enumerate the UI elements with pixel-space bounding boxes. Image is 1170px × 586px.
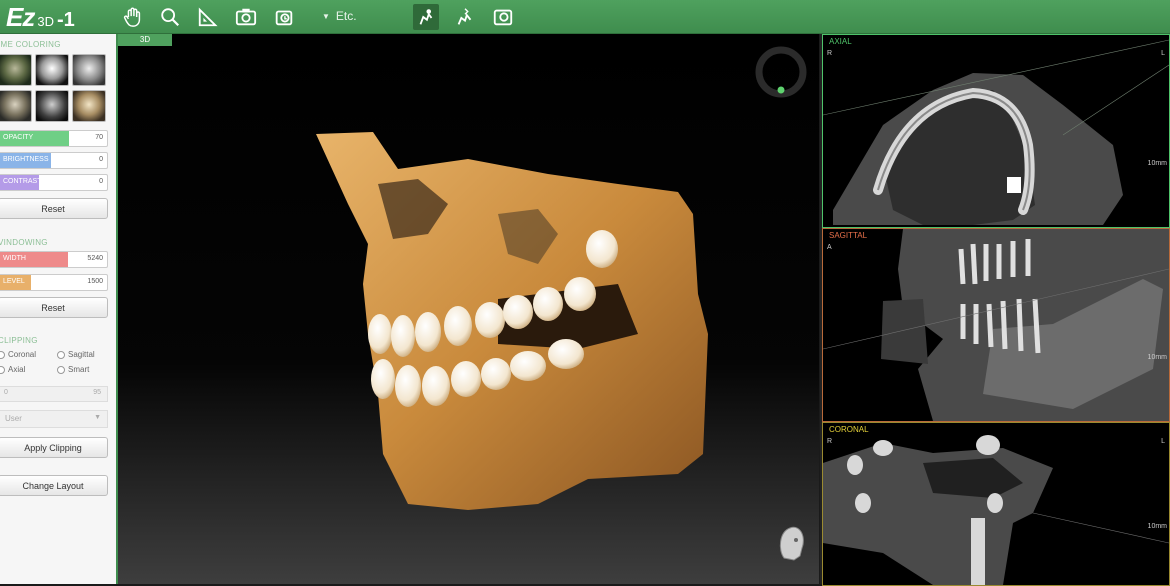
reset-windowing-label: Reset (41, 302, 65, 313)
hand-pan-icon[interactable] (120, 4, 146, 30)
color-preset-1[interactable] (0, 54, 32, 86)
ruler-triangle-icon[interactable] (195, 4, 221, 30)
radio-axial[interactable]: Axial (0, 365, 25, 374)
opacity-slider[interactable]: OPACITY 70 (0, 130, 108, 147)
reset-windowing-button[interactable]: Reset (0, 297, 108, 318)
main-3d-view[interactable]: 3D (118, 34, 819, 584)
clip-value-right: 95 (93, 389, 101, 396)
etc-dropdown[interactable]: ▼ Etc. (322, 9, 357, 23)
logo-main-text: Ez (6, 2, 35, 32)
camera-capture-icon[interactable] (233, 4, 259, 30)
radio-coronal[interactable]: Coronal (0, 350, 36, 359)
image-export-icon[interactable] (490, 4, 516, 30)
axial-scale-label: 10mm (1147, 160, 1167, 167)
coronal-view[interactable]: CORONAL R L 10mm (822, 422, 1170, 586)
radio-sagittal[interactable]: Sagittal (57, 350, 95, 359)
radio-sagittal-label: Sagittal (68, 350, 95, 359)
radio-coronal-label: Coronal (8, 350, 37, 359)
change-layout-button[interactable]: Change Layout (0, 475, 108, 496)
control-sidebar: IME COLORING OPACITY 70 BRIGHTNESS 0 CON… (0, 34, 118, 584)
export-icon[interactable] (271, 4, 297, 30)
clipping-title: CLIPPING (0, 336, 38, 345)
level-label: LEVEL (3, 278, 25, 285)
sagittal-view[interactable]: SAGITTAL A P 10mm (822, 228, 1170, 422)
coronal-slice-image (823, 435, 1169, 585)
caret-down-icon: ▼ (322, 11, 330, 21)
zoom-magnifier-icon[interactable] (157, 4, 183, 30)
color-preset-4[interactable] (0, 90, 32, 122)
skull-volume-render (316, 46, 807, 510)
opacity-label: OPACITY (3, 134, 34, 141)
clipping-range-input[interactable]: 0 95 (0, 386, 108, 402)
slice-views-panel: AXIAL R L 10mm SAGITTAL A P (820, 34, 1170, 586)
color-preset-3[interactable] (72, 54, 106, 86)
radio-dot (57, 365, 65, 374)
width-label: WIDTH (3, 255, 26, 262)
top-toolbar: Ez 3D -1 ▼ Etc. (0, 0, 1170, 34)
volume-coloring-title: IME COLORING (0, 40, 61, 49)
sagittal-slice-image (823, 229, 1169, 421)
contrast-label: CONTRAST (3, 178, 42, 185)
level-slider[interactable]: LEVEL 1500 (0, 274, 108, 291)
apply-clipping-button[interactable]: Apply Clipping (0, 437, 108, 458)
app-logo: Ez 3D -1 (6, 2, 75, 33)
axial-slice-image (823, 39, 1169, 225)
clipping-mode-value: User (5, 414, 22, 423)
logo-sub-text: 3D (37, 14, 54, 29)
brightness-label: BRIGHTNESS (3, 156, 49, 163)
width-value: 5240 (87, 255, 103, 262)
clipping-mode-select[interactable]: User ▼ (0, 410, 108, 428)
color-preset-5[interactable] (35, 90, 69, 122)
opacity-value: 70 (95, 134, 103, 141)
radio-axial-label: Axial (8, 365, 26, 374)
brightness-slider[interactable]: BRIGHTNESS 0 (0, 152, 108, 169)
brightness-value: 0 (99, 156, 103, 163)
chevron-down-icon: ▼ (94, 414, 101, 421)
width-slider[interactable]: WIDTH 5240 (0, 251, 108, 268)
windowing-title: VINDOWING (0, 238, 48, 247)
reset-coloring-label: Reset (41, 203, 65, 214)
radio-dot (57, 350, 65, 359)
axial-view[interactable]: AXIAL R L 10mm (822, 34, 1170, 228)
apply-clipping-label: Apply Clipping (24, 442, 82, 453)
radio-dot (0, 350, 5, 359)
sagittal-scale-label: 10mm (1147, 354, 1167, 361)
level-value: 1500 (87, 278, 103, 285)
rotation-indicator-dot (777, 86, 785, 94)
etc-label: Etc. (335, 9, 357, 23)
skull-view-icon[interactable] (413, 4, 439, 30)
radio-smart[interactable]: Smart (57, 365, 89, 374)
reset-coloring-button[interactable]: Reset (0, 198, 108, 219)
coronal-scale-label: 10mm (1147, 523, 1167, 530)
head-orientation-icon[interactable] (774, 520, 808, 564)
clip-value-left: 0 (4, 389, 8, 396)
color-preset-2[interactable] (35, 54, 69, 86)
radio-dot (0, 365, 5, 374)
logo-suffix-text: -1 (56, 9, 75, 31)
contrast-slider[interactable]: CONTRAST 0 (0, 174, 108, 191)
contrast-value: 0 (99, 178, 103, 185)
change-layout-label: Change Layout (22, 480, 84, 491)
color-preset-6[interactable] (72, 90, 106, 122)
skull-side-icon[interactable] (452, 4, 478, 30)
radio-smart-label: Smart (68, 365, 90, 374)
